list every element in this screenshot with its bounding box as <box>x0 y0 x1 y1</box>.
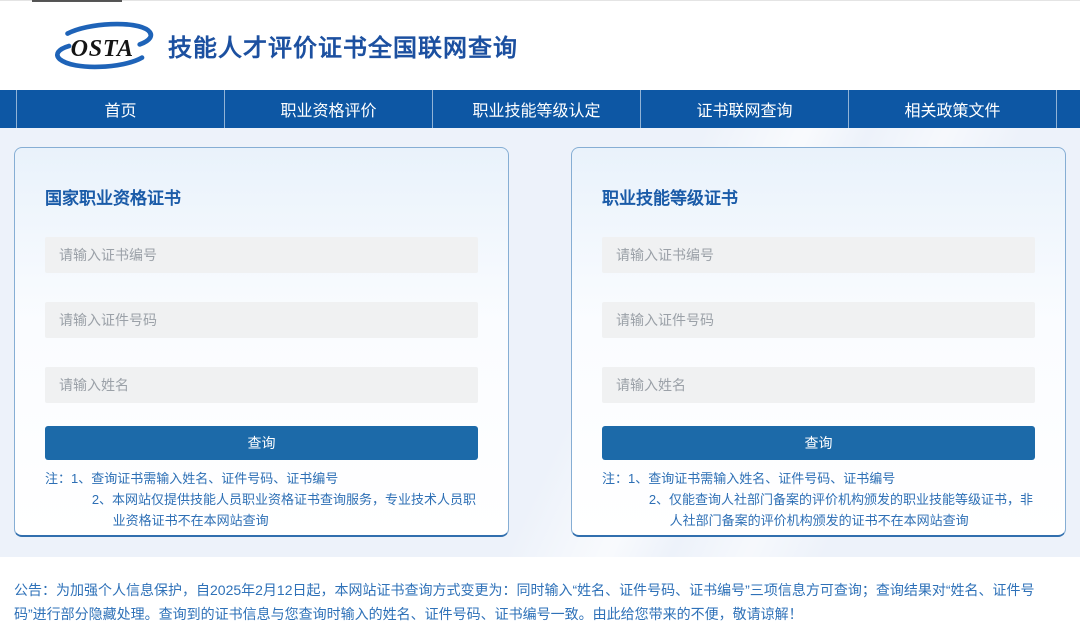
skill-level-certificate-panel: 职业技能等级证书 查询 注： 1、查询证书需输入姓名、证件号码、证书编号 2、仅… <box>571 147 1066 537</box>
nav-item-policy-documents[interactable]: 相关政策文件 <box>848 90 1056 128</box>
id-number-input[interactable] <box>45 302 478 338</box>
site-header: OSTA 技能人才评价证书全国联网查询 <box>0 1 1080 90</box>
panel-title: 国家职业资格证书 <box>45 184 478 209</box>
note-line-1: 1、查询证书需输入姓名、证件号码、证书编号 <box>71 469 478 490</box>
name-input[interactable] <box>45 367 478 403</box>
osta-logo-icon: OSTA <box>52 20 156 72</box>
nav-item-skill-level-certification[interactable]: 职业技能等级认定 <box>432 90 640 128</box>
certificate-number-input[interactable] <box>602 237 1035 273</box>
national-qualification-certificate-panel: 国家职业资格证书 查询 注： 1、查询证书需输入姓名、证件号码、证书编号 2、本… <box>14 147 509 537</box>
panel-notes: 注： 1、查询证书需输入姓名、证件号码、证书编号 2、本网站仅提供技能人员职业资… <box>45 469 478 531</box>
note-label: 注： <box>602 469 628 531</box>
announcement-section: 公告：为加强个人信息保护，自2025年2月12日起，本网站证书查询方式变更为：同… <box>0 557 1080 623</box>
logo-text: OSTA <box>71 36 134 62</box>
nav-left-sliver <box>0 90 16 128</box>
certificate-number-input[interactable] <box>45 237 478 273</box>
main-nav: 首页 职业资格评价 职业技能等级认定 证书联网查询 相关政策文件 <box>0 90 1080 128</box>
note-line-2: 2、仅能查询人社部门备案的评价机构颁发的职业技能等级证书，非人社部门备案的评价机… <box>649 490 1035 532</box>
nav-right-sliver <box>1056 90 1080 128</box>
page-title: 技能人才评价证书全国联网查询 <box>168 28 518 63</box>
nav-item-home[interactable]: 首页 <box>16 90 224 128</box>
query-button[interactable]: 查询 <box>45 426 478 460</box>
nav-item-vocational-qualification-evaluation[interactable]: 职业资格评价 <box>224 90 432 128</box>
window-edge-artifact <box>32 0 122 2</box>
query-button[interactable]: 查询 <box>602 426 1035 460</box>
name-input[interactable] <box>602 367 1035 403</box>
nav-item-certificate-online-query[interactable]: 证书联网查询 <box>640 90 848 128</box>
note-label: 注： <box>45 469 71 531</box>
id-number-input[interactable] <box>602 302 1035 338</box>
panel-notes: 注： 1、查询证书需输入姓名、证件号码、证书编号 2、仅能查询人社部门备案的评价… <box>602 469 1035 531</box>
announcement-text: 公告：为加强个人信息保护，自2025年2月12日起，本网站证书查询方式变更为：同… <box>14 578 1066 623</box>
query-panels-area: 国家职业资格证书 查询 注： 1、查询证书需输入姓名、证件号码、证书编号 2、本… <box>0 128 1080 557</box>
note-line-2: 2、本网站仅提供技能人员职业资格证书查询服务，专业技术人员职业资格证书不在本网站… <box>92 490 478 532</box>
panel-title: 职业技能等级证书 <box>602 184 1035 209</box>
note-line-1: 1、查询证书需输入姓名、证件号码、证书编号 <box>628 469 1035 490</box>
